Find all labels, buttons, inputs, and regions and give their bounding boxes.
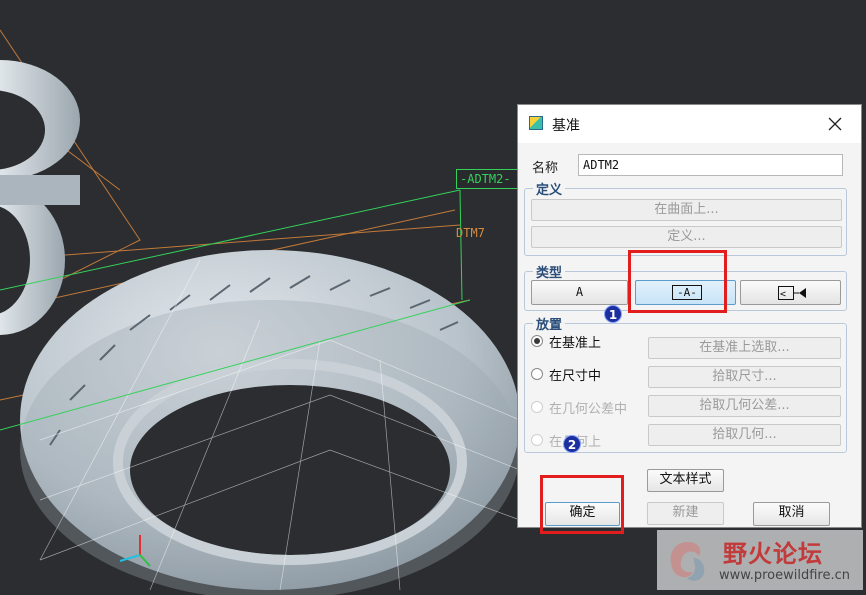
pick-geometry-button[interactable]: 拾取几何... <box>648 424 841 446</box>
new-button[interactable]: 新建 <box>647 502 724 525</box>
watermark-url: www.proewildfire.cn <box>719 568 850 583</box>
datum-dialog: 基准 名称 ADTM2 定义 在曲面上... 定义... 类型 A -A- < … <box>517 104 862 528</box>
name-input[interactable]: ADTM2 <box>578 154 843 176</box>
left-tires <box>0 60 80 335</box>
datum-tag-adtm2[interactable]: -ADTM2- <box>456 169 522 189</box>
radio-circle[interactable] <box>531 335 543 347</box>
radio-in-gtol-label: 在几何公差中 <box>549 402 628 417</box>
name-label: 名称 <box>532 161 559 176</box>
pick-on-datum-button[interactable]: 在基准上选取... <box>648 337 841 359</box>
radio-circle[interactable] <box>531 434 543 446</box>
define-button[interactable]: 定义... <box>531 226 842 248</box>
type-group-title: 类型 <box>533 262 566 281</box>
close-button[interactable] <box>821 111 849 137</box>
text-style-button[interactable]: 文本样式 <box>647 469 724 492</box>
datum-app-icon <box>529 116 543 130</box>
dialog-title: 基准 <box>552 118 580 134</box>
watermark-name: 野火论坛 <box>723 540 823 568</box>
on-surface-button[interactable]: 在曲面上... <box>531 199 842 221</box>
step-badge-1: 1 <box>604 305 622 323</box>
watermark: 野火论坛 www.proewildfire.cn <box>657 530 863 590</box>
close-icon <box>828 117 842 131</box>
angle-datum-icon: < <box>778 286 806 300</box>
definition-group-title: 定义 <box>533 179 566 198</box>
dialog-titlebar[interactable]: 基准 <box>518 105 861 143</box>
pick-gtol-button[interactable]: 拾取几何公差... <box>648 395 841 417</box>
radio-on-datum-label: 在基准上 <box>549 336 602 351</box>
tire-model <box>20 250 520 595</box>
type-angle-button[interactable]: < <box>740 280 841 305</box>
step-badge-2: 2 <box>563 435 581 453</box>
datum-tag-dtm7[interactable]: DTM7 <box>456 226 485 240</box>
placement-group-title: 放置 <box>533 314 566 333</box>
cancel-button[interactable]: 取消 <box>753 502 830 526</box>
radio-circle[interactable] <box>531 368 543 380</box>
radio-circle[interactable] <box>531 401 543 413</box>
highlight-box-type <box>628 250 727 313</box>
highlight-box-ok <box>540 475 624 534</box>
svg-text:<: < <box>780 289 786 300</box>
type-a-button[interactable]: A <box>531 280 628 305</box>
radio-in-dimension-label: 在尺寸中 <box>549 369 602 384</box>
type-a-label: A <box>575 285 584 299</box>
pick-dimension-button[interactable]: 拾取尺寸... <box>648 366 841 388</box>
forum-logo-icon <box>670 542 705 581</box>
